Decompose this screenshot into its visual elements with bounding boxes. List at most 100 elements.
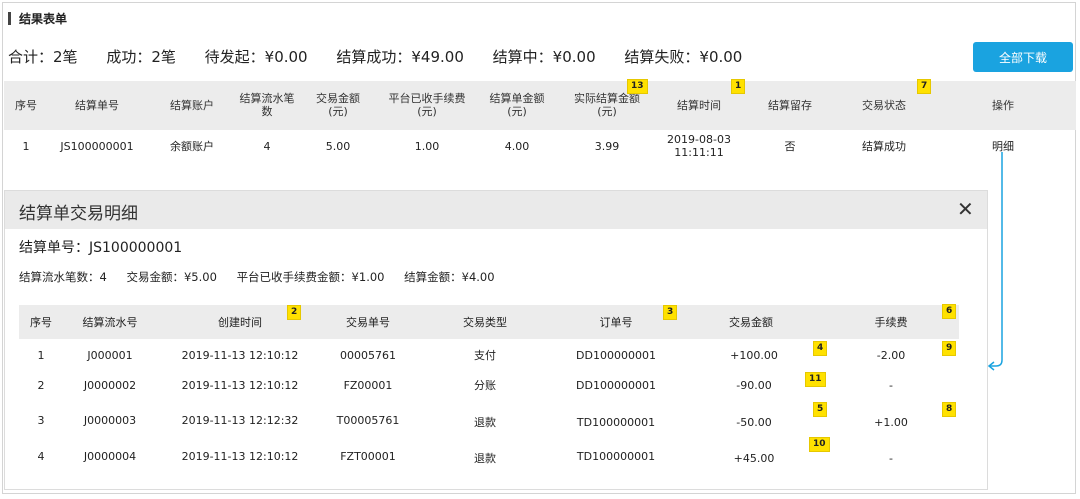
row-cell: 2 [37,379,45,392]
header-cell: 交易金额 [729,316,773,329]
summary-settled-ok: 结算成功：¥49.00 [336,48,464,66]
row-cell: FZT00001 [340,450,396,463]
header-cell: 平台已收手续费 (元) [388,92,466,118]
annotation-badge: 8 [942,402,957,417]
header-cell: 订单号 [599,316,633,329]
row-cell: 3 [37,414,45,427]
section-title-text: 结果表单 [19,12,68,26]
annotation-badge: 1 [731,79,746,94]
row-cell: DD100000001 [576,379,656,392]
row-cell: 余额账户 [170,140,214,153]
row-cell: 4.00 [504,140,530,153]
row-cell: - [889,379,893,392]
title-bar [8,12,11,25]
row-cell: 1 [37,349,45,362]
row-cell: 退款 [474,416,496,429]
detail-panel: 结算单交易明细 ✕ 结算单号：JS100000001 结算流水笔数：4 交易金额… [4,190,988,490]
row-cell: -2.00 [876,349,906,362]
detail-table-header: 序号 结算流水号 创建时间 交易单号 交易类型 订单号 交易金额 手续费 [19,305,959,339]
row-cell: DD100000001 [576,349,656,362]
header-cell: 结算留存 [768,99,812,112]
detail-summary: 结算流水笔数：4 交易金额：¥5.00 平台已收手续费金额：¥1.00 结算金额… [19,269,511,285]
row-cell: 分账 [474,379,496,392]
row-cell: TD100000001 [576,450,656,463]
row-cell: JS100000001 [60,140,134,153]
detail-summary-settle: 结算金额：¥4.00 [404,270,495,284]
summary-total: 合计：2笔 [8,48,78,66]
table-row: 1 JS100000001 余额账户 4 5.00 1.00 4.00 3.99… [4,130,1076,166]
header-cell: 结算单金额 (元) [489,92,545,118]
header-cell: 操作 [992,99,1014,112]
header-cell: 交易状态 [862,99,906,112]
row-cell: 否 [784,140,796,153]
annotation-badge: 9 [942,341,957,356]
summary-settle-fail: 结算失败：¥0.00 [624,48,743,66]
row-cell: 2019-08-03 11:11:11 [667,133,731,159]
row-cell: 退款 [474,452,496,465]
row-cell: TD100000001 [576,416,656,429]
download-all-button[interactable]: 全部下载 [973,42,1073,72]
header-cell: 结算单号 [75,99,119,112]
row-cell: 00005761 [340,349,396,362]
annotation-badge: 6 [942,304,957,319]
header-cell: 实际结算金额 (元) [574,92,640,118]
header-cell: 交易类型 [463,316,507,329]
row-cell: 3.99 [594,140,620,153]
close-icon[interactable]: ✕ [957,197,974,221]
section-title: 结果表单 [8,10,67,27]
row-cell: +100.00 [730,349,778,362]
annotation-badge: 4 [813,341,828,356]
header-cell: 序号 [30,316,52,329]
detail-header: 结算单交易明细 ✕ [5,191,987,229]
row-cell: J000001 [87,349,133,362]
row-cell: 结算成功 [862,140,906,153]
row-cell: 2019-11-13 12:12:32 [181,414,299,427]
row-cell: -50.00 [736,416,772,429]
summary-success: 成功：2笔 [106,48,176,66]
annotation-badge: 3 [663,305,678,320]
detail-summary-fee: 平台已收手续费金额：¥1.00 [236,270,385,284]
summary-settling: 结算中：¥0.00 [492,48,596,66]
row-cell: 2019-11-13 12:10:12 [181,349,299,362]
row-cell: 5.00 [325,140,351,153]
detail-summary-amount: 交易金额：¥5.00 [126,270,217,284]
annotation-badge: 2 [287,305,302,320]
row-cell: J0000004 [83,450,137,463]
header-cell: 交易单号 [346,316,390,329]
row-cell: 4 [263,140,271,153]
header-cell: 序号 [15,99,37,112]
header-cell: 创建时间 [218,316,262,329]
annotation-badge: 11 [805,372,826,387]
header-cell: 结算流水笔 数 [239,92,295,118]
arrow-connector [987,152,1003,371]
annotation-badge: 13 [627,79,648,94]
annotation-badge: 5 [813,402,828,417]
row-cell: +45.00 [733,452,775,465]
row-cell: 1.00 [414,140,440,153]
header-cell: 结算流水号 [82,316,138,329]
row-cell: 2019-11-13 12:10:12 [181,450,299,463]
row-cell: 4 [37,450,45,463]
row-cell: J0000003 [83,414,137,427]
detail-title: 结算单交易明细 [19,204,138,224]
row-cell: -90.00 [736,379,772,392]
main-table-header: 序号 结算单号 结算账户 结算流水笔 数 交易金额 (元) 平台已收手续费 (元… [4,81,1076,130]
detail-summary-count: 结算流水笔数：4 [19,270,107,284]
row-cell: 1 [22,140,30,153]
annotation-badge: 7 [917,79,932,94]
row-cell: +1.00 [874,416,908,429]
row-cell: T00005761 [336,414,400,427]
header-cell: 手续费 [874,316,908,329]
row-cell: J0000002 [83,379,137,392]
header-cell: 结算时间 [677,99,721,112]
summary-bar: 合计：2笔 成功：2笔 待发起：¥0.00 结算成功：¥49.00 结算中：¥0… [8,46,766,67]
detail-order-no: 结算单号：JS100000001 [19,240,183,256]
header-cell: 交易金额 (元) [316,92,360,118]
row-cell: 2019-11-13 12:10:12 [181,379,299,392]
row-cell: FZ00001 [343,379,393,392]
header-cell: 结算账户 [170,99,214,112]
row-cell: - [889,452,893,465]
annotation-badge: 10 [809,437,830,452]
row-cell: 支付 [474,349,496,362]
summary-pending: 待发起：¥0.00 [204,48,308,66]
